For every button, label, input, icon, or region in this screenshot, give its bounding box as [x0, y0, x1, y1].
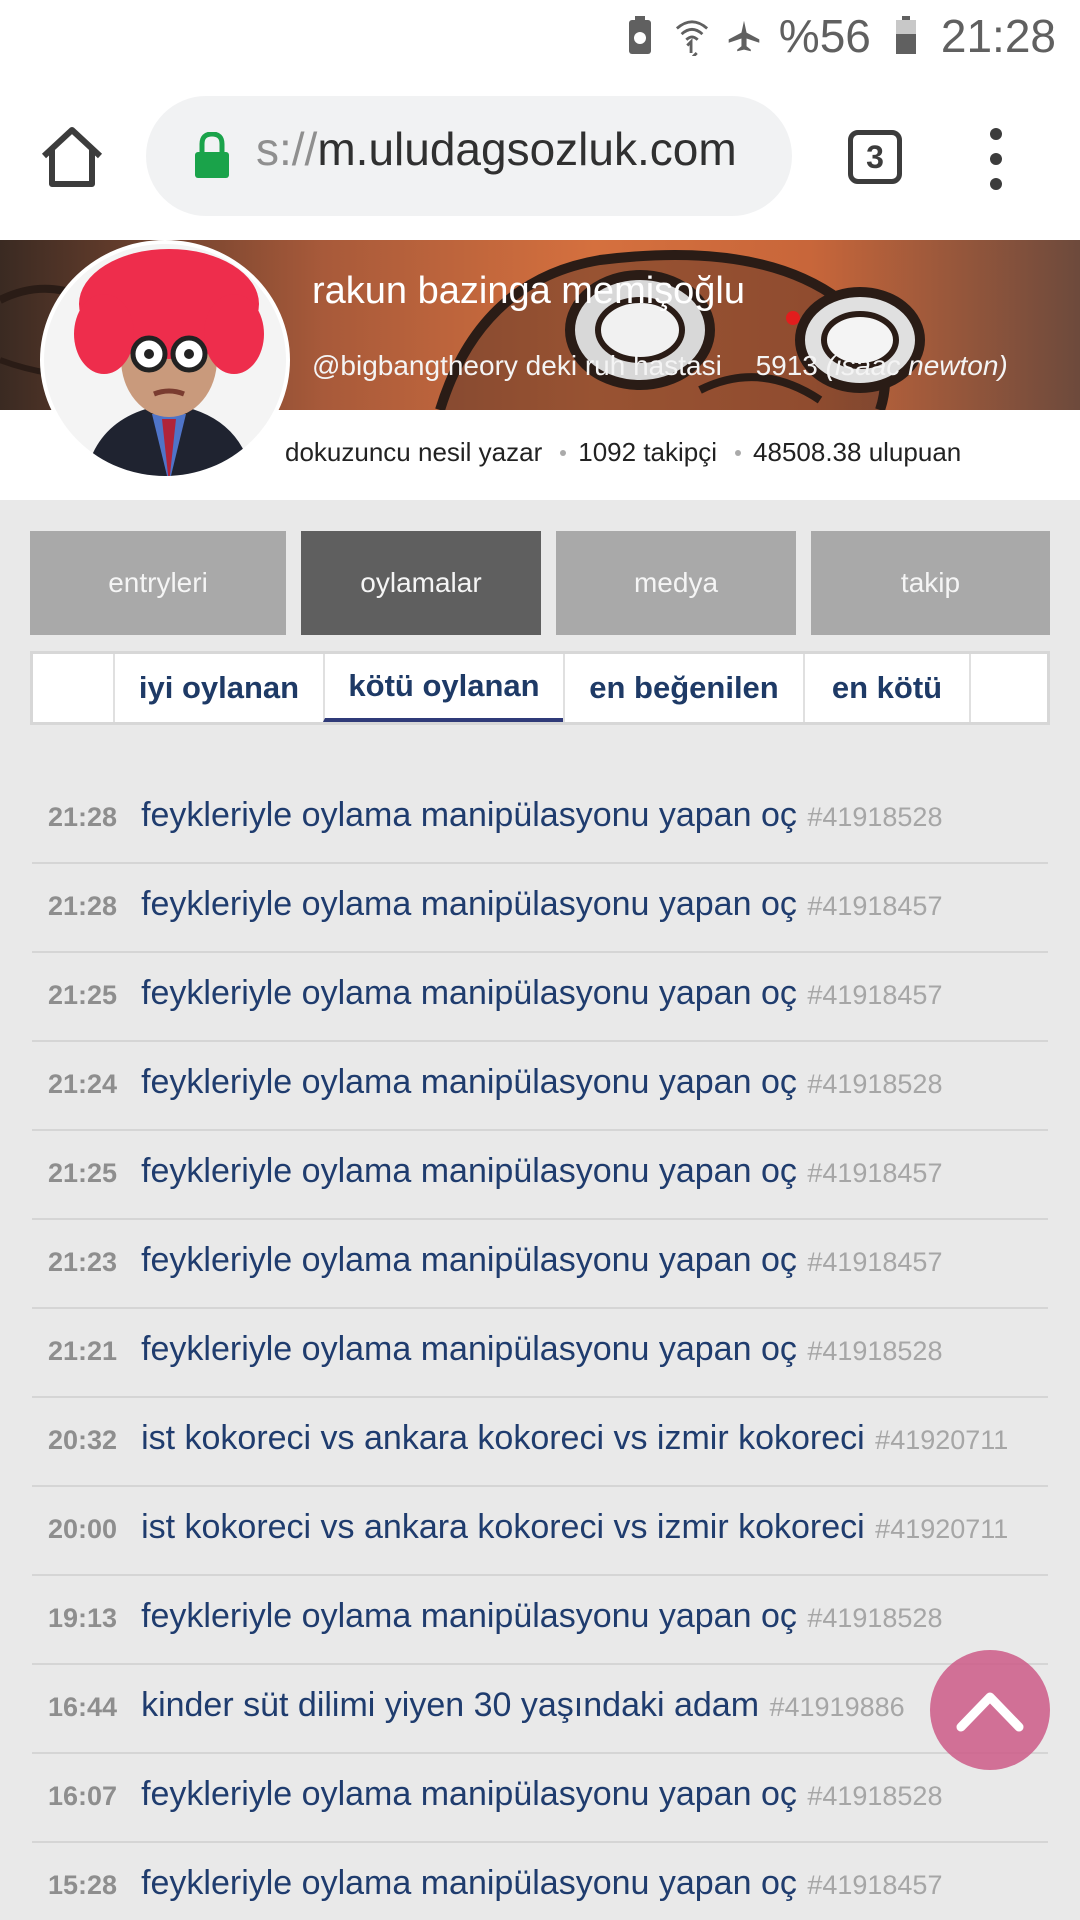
lock-icon [192, 131, 232, 180]
subtab-en-begenilen[interactable]: en beğenilen [563, 654, 803, 722]
entry-id[interactable]: #41918528 [807, 1069, 942, 1099]
entry-time: 21:28 [48, 802, 118, 832]
entry-time: 19:13 [48, 1603, 118, 1633]
entry-time: 20:32 [48, 1425, 118, 1455]
entry-title[interactable]: feykleriyle oylama manipülasyonu yapan o… [141, 1775, 797, 1813]
list-item[interactable]: 21:24 feykleriyle oylama manipülasyonu ya… [32, 1042, 1048, 1131]
entry-title[interactable]: feykleriyle oylama manipülasyonu yapan o… [141, 1864, 797, 1902]
url-text: s://m.uludagsozluk.com [256, 123, 737, 175]
tab-entryleri[interactable]: entryleri [30, 531, 286, 635]
vote-list: 21:28 feykleriyle oylama manipülasyonu ya… [32, 775, 1048, 1920]
tab-takip[interactable]: takip [811, 531, 1050, 635]
list-item[interactable]: 16:44 kinder süt dilimi yiyen 30 yaşındak… [32, 1665, 1048, 1754]
entry-time: 16:44 [48, 1692, 118, 1722]
entry-time: 21:25 [48, 1158, 118, 1188]
list-item[interactable]: 21:25 feykleriyle oylama manipülasyonu ya… [32, 953, 1048, 1042]
clock: 21:28 [940, 10, 1056, 62]
entry-title[interactable]: feykleriyle oylama manipülasyonu yapan o… [141, 885, 797, 923]
profile-tagline: @bigbangtheory deki ruh hastasi 5913 (is… [312, 350, 1008, 382]
tab-oylamalar[interactable]: oylamalar [301, 531, 541, 635]
entry-title[interactable]: feykleriyle oylama manipülasyonu yapan o… [141, 1063, 797, 1101]
wifi-icon [675, 16, 709, 56]
entry-id[interactable]: #41920711 [875, 1514, 1008, 1544]
entry-title[interactable]: feykleriyle oylama manipülasyonu yapan o… [141, 1330, 797, 1368]
entry-time: 21:21 [48, 1336, 118, 1366]
entry-time: 21:28 [48, 891, 118, 921]
list-item[interactable]: 19:13 feykleriyle oylama manipülasyonu ya… [32, 1576, 1048, 1665]
entry-time: 21:24 [48, 1069, 118, 1099]
profile-stats: dokuzuncu nesil yazar 1092 takipçi 48508… [285, 437, 961, 468]
subtab-kotu-oylanan[interactable]: kötü oylanan [323, 654, 563, 722]
profile-handle: @bigbangtheory deki ruh hastasi [312, 350, 722, 381]
entry-title[interactable]: feykleriyle oylama manipülasyonu yapan o… [141, 1597, 797, 1635]
subtab-en-kotu[interactable]: en kötü [803, 654, 969, 722]
entry-time: 21:25 [48, 980, 118, 1010]
entry-id[interactable]: #41918528 [807, 1336, 942, 1366]
entry-title[interactable]: feykleriyle oylama manipülasyonu yapan o… [141, 1152, 797, 1190]
profile-points: 48508.38 ulupuan [753, 437, 962, 467]
chevron-up-icon [956, 1692, 1024, 1732]
entry-title[interactable]: feykleriyle oylama manipülasyonu yapan o… [141, 796, 797, 834]
entry-time: 20:00 [48, 1514, 118, 1544]
entry-id[interactable]: #41919886 [769, 1692, 904, 1722]
more-vert-icon[interactable] [986, 128, 1006, 190]
entry-title[interactable]: feykleriyle oylama manipülasyonu yapan o… [141, 1241, 797, 1279]
entry-id[interactable]: #41918457 [807, 1158, 942, 1188]
list-item[interactable]: 15:28 feykleriyle oylama manipülasyonu ya… [32, 1843, 1048, 1920]
separator-dot [735, 449, 742, 456]
profile-tabs: entryleri oylamalar medya takip [30, 531, 1050, 635]
entry-id[interactable]: #41918457 [807, 1247, 942, 1277]
list-item[interactable]: 20:00 ist kokoreci vs ankara kokoreci vs … [32, 1487, 1048, 1576]
entry-time: 16:07 [48, 1781, 118, 1811]
list-item[interactable]: 21:28 feykleriyle oylama manipülasyonu ya… [32, 775, 1048, 864]
vote-filter-tabs: iyi oylanan kötü oylanan en beğenilen en… [30, 651, 1050, 725]
airplane-mode-icon [727, 16, 761, 56]
entry-id[interactable]: #41918528 [807, 1603, 942, 1633]
entry-title[interactable]: kinder süt dilimi yiyen 30 yaşındaki ada… [141, 1686, 759, 1724]
entry-id[interactable]: #41918457 [807, 980, 942, 1010]
avatar[interactable] [40, 240, 290, 480]
list-item[interactable]: 21:25 feykleriyle oylama manipülasyonu ya… [32, 1131, 1048, 1220]
tab-count: 3 [866, 138, 884, 175]
address-bar[interactable]: s://m.uludagsozluk.com [146, 96, 792, 216]
subtab-divider [969, 654, 971, 722]
profile-rank-title: (isaac newton) [825, 350, 1008, 381]
list-item[interactable]: 20:32 ist kokoreci vs ankara kokoreci vs … [32, 1398, 1048, 1487]
entry-title[interactable]: ist kokoreci vs ankara kokoreci vs izmir… [141, 1419, 865, 1457]
entry-id[interactable]: #41920711 [875, 1425, 1008, 1455]
profile-level: dokuzuncu nesil yazar [285, 437, 543, 467]
list-item[interactable]: 16:07 feykleriyle oylama manipülasyonu ya… [32, 1754, 1048, 1843]
home-icon[interactable] [38, 124, 106, 192]
entry-title[interactable]: feykleriyle oylama manipülasyonu yapan o… [141, 974, 797, 1012]
battery-icon [889, 16, 923, 56]
entry-id[interactable]: #41918528 [807, 1781, 942, 1811]
recycle-icon [623, 16, 657, 56]
separator-dot [560, 449, 567, 456]
list-item[interactable]: 21:21 feykleriyle oylama manipülasyonu ya… [32, 1309, 1048, 1398]
entry-id[interactable]: #41918457 [807, 891, 942, 921]
list-item[interactable]: 21:28 feykleriyle oylama manipülasyonu ya… [32, 864, 1048, 953]
entry-id[interactable]: #41918457 [807, 1870, 942, 1900]
entry-id[interactable]: #41918528 [807, 802, 942, 832]
scroll-to-top-button[interactable] [930, 1650, 1050, 1770]
status-bar: %56 21:28 [0, 0, 1080, 72]
entry-title[interactable]: ist kokoreci vs ankara kokoreci vs izmir… [141, 1508, 865, 1546]
battery-percent: %56 [778, 10, 871, 62]
profile-followers[interactable]: 1092 takipçi [578, 437, 717, 468]
profile-rank-number: 5913 [755, 350, 818, 381]
online-status-dot [786, 311, 800, 325]
profile-name: rakun bazinga memişoğlu [312, 270, 746, 312]
entry-time: 21:23 [48, 1247, 118, 1277]
tab-medya[interactable]: medya [556, 531, 796, 635]
browser-toolbar: s://m.uludagsozluk.com 3 [0, 72, 1080, 240]
entry-time: 15:28 [48, 1870, 118, 1900]
list-item[interactable]: 21:23 feykleriyle oylama manipülasyonu ya… [32, 1220, 1048, 1309]
tabs-icon[interactable]: 3 [848, 130, 902, 184]
subtab-iyi-oylanan[interactable]: iyi oylanan [113, 654, 323, 722]
